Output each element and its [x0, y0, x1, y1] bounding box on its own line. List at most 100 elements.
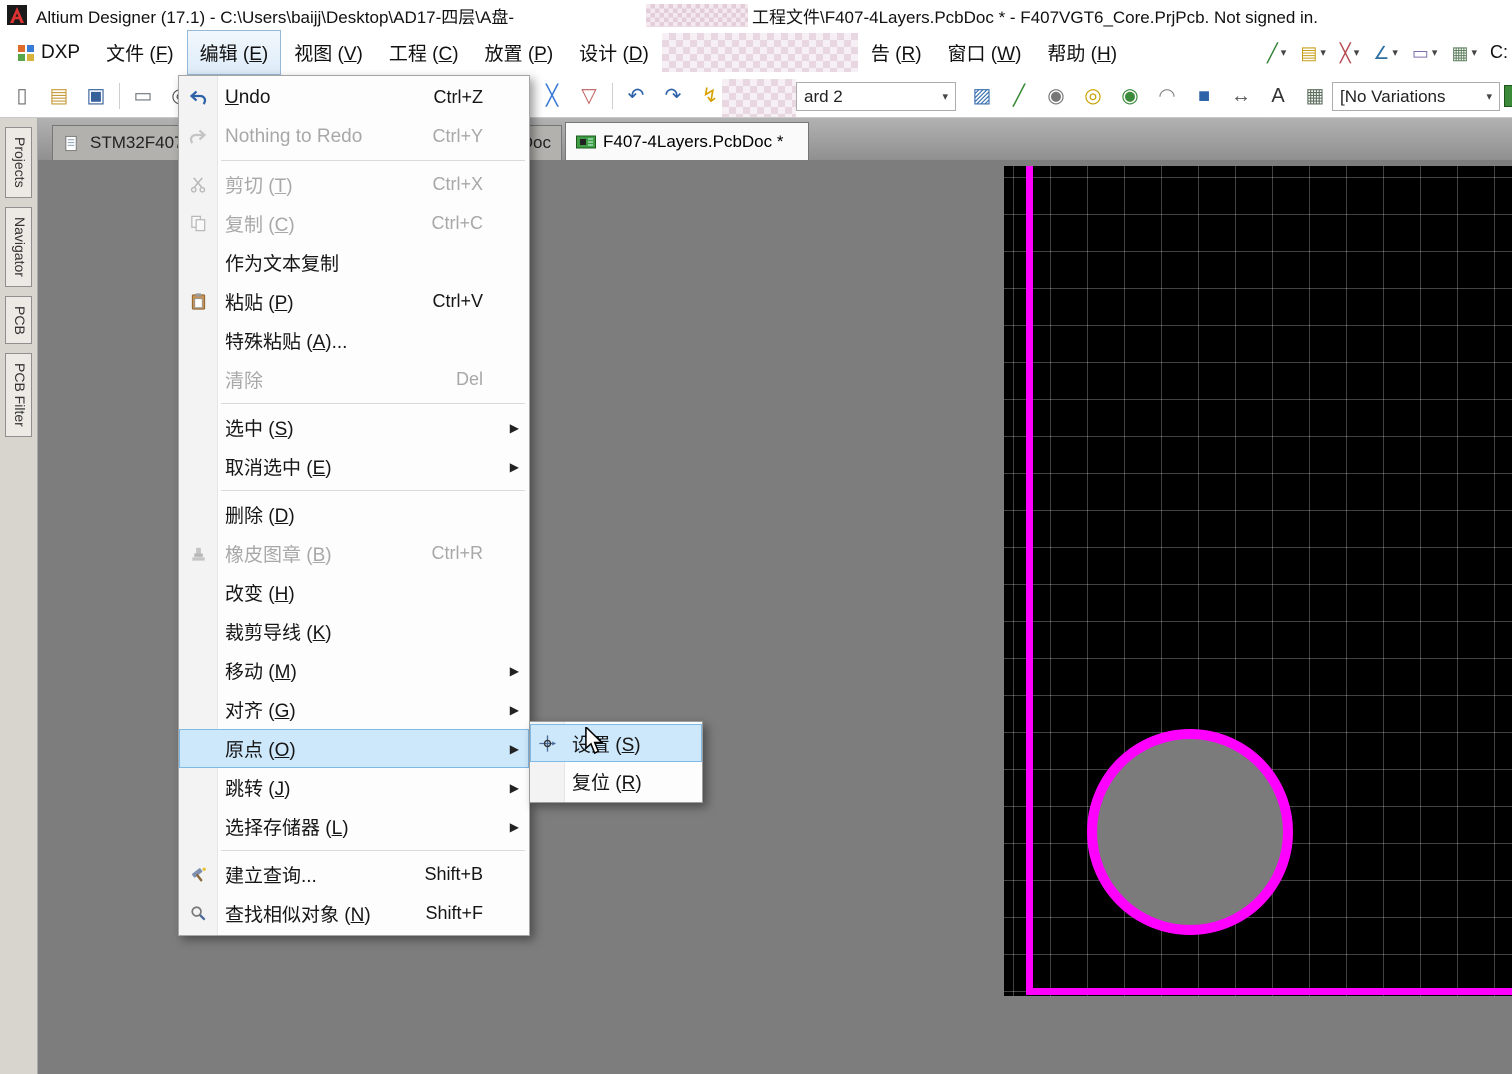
- edit-menu-item-origin[interactable]: 原点 (O) ▶: [179, 729, 529, 768]
- room-dropdown-button[interactable]: ▭ ▾: [1405, 36, 1445, 70]
- edit-menu-item-jump[interactable]: 跳转 (J) ▶: [179, 768, 529, 807]
- grid-button[interactable]: ▦: [1301, 82, 1329, 110]
- menubar-item-label: 工程 (C): [388, 44, 459, 65]
- edit-menu-item-change[interactable]: 改变 (H): [179, 573, 529, 612]
- via-button[interactable]: ◎: [1079, 82, 1107, 110]
- origin-submenu-item-origin-reset[interactable]: 复位 (R): [530, 762, 702, 800]
- board-outline-horizontal-line[interactable]: [1026, 988, 1512, 995]
- new-document-button[interactable]: ▯: [8, 82, 36, 110]
- panel-tab-projects[interactable]: Projects: [5, 127, 32, 198]
- cross-select-button[interactable]: ╳: [538, 82, 566, 110]
- measure-dropdown-button[interactable]: ∠ ▾: [1366, 36, 1405, 70]
- dropdown-caret-icon: ▾: [1431, 47, 1438, 59]
- panel-tab-pcb-filter[interactable]: PCB Filter: [5, 353, 32, 438]
- menu-item-shortcut: Ctrl+X: [432, 174, 483, 194]
- menu-item-shortcut: Ctrl+C: [431, 213, 483, 233]
- knife-dropdown-button[interactable]: ╳ ▾: [1333, 36, 1366, 70]
- filter-clear-button[interactable]: ▽: [575, 82, 603, 110]
- edit-menu-item-selection-memory[interactable]: 选择存储器 (L) ▶: [179, 807, 529, 846]
- string-button[interactable]: A: [1264, 82, 1292, 110]
- board-cutout-circle[interactable]: [1087, 729, 1293, 935]
- menu-item-label: 选择存储器 (L): [225, 818, 349, 839]
- menubar-item-project[interactable]: 工程 (C): [376, 30, 472, 75]
- submenu-arrow-icon: ▶: [509, 780, 519, 795]
- arc-button[interactable]: ◠: [1153, 82, 1181, 110]
- fiducial-icon: ◉: [1121, 85, 1139, 107]
- edit-menu-item-deselect[interactable]: 取消选中 (E) ▶: [179, 447, 529, 486]
- menu-item-label: 建立查询...: [225, 866, 317, 887]
- menubar-item-file[interactable]: 文件 (F): [93, 30, 187, 75]
- fill-button[interactable]: ■: [1190, 82, 1218, 110]
- menubar-item-design[interactable]: 设计 (D): [566, 30, 662, 75]
- arc-icon: ◠: [1158, 85, 1176, 107]
- menubar-item-view[interactable]: 视图 (V): [281, 30, 376, 75]
- submenu-arrow-icon: ▶: [509, 702, 519, 717]
- menu-item-label: 移动 (M): [225, 662, 297, 683]
- window-title-left: Altium Designer (17.1) - C:\Users\baijj\…: [36, 7, 515, 27]
- edit-menu-item-select[interactable]: 选中 (S) ▶: [179, 408, 529, 447]
- document-tab-f407-4layers-pcbdoc[interactable]: F407-4Layers.PcbDoc *: [565, 122, 809, 160]
- edit-menu-item-build-query[interactable]: 建立查询... Shift+B: [179, 855, 529, 894]
- dropdown-caret-icon: ▾: [1280, 47, 1287, 59]
- undo-button[interactable]: ↶: [622, 82, 650, 110]
- edit-menu-item-slice-tracks[interactable]: 裁剪导线 (K): [179, 612, 529, 651]
- dropdown-caret-icon: ▾: [942, 91, 948, 103]
- edit-menu-item-move[interactable]: 移动 (M) ▶: [179, 651, 529, 690]
- measure-icon: ∠: [1373, 42, 1390, 63]
- menubar-item-help[interactable]: 帮助 (H): [1034, 30, 1130, 75]
- menu-item-label: Nothing to Redo: [225, 125, 363, 147]
- submenu-arrow-icon: ▶: [509, 420, 519, 435]
- file-toolbar-group: ▯▤▣▭◎: [8, 75, 194, 117]
- menu-item-label: 选中 (S): [225, 419, 294, 440]
- save-button[interactable]: ▣: [82, 82, 110, 110]
- fiducial-button[interactable]: ◉: [1116, 82, 1144, 110]
- menu-bar-right-text: C:: [1490, 42, 1508, 62]
- pencil-icon: ╱: [1266, 42, 1278, 63]
- origin-submenu-item-origin-set[interactable]: 设置 (S): [530, 724, 702, 762]
- submenu-arrow-icon: ▶: [509, 819, 519, 834]
- panel-tab-pcb[interactable]: PCB: [5, 295, 32, 345]
- via-icon: ◎: [1084, 85, 1102, 107]
- board-outline-vertical-line[interactable]: [1026, 166, 1033, 995]
- snap-grid-combo[interactable]: ard 2 ▾: [796, 82, 956, 111]
- grid-settings-dropdown-button[interactable]: ▦ ▾: [1444, 36, 1484, 70]
- menubar-item-place[interactable]: 放置 (P): [472, 30, 567, 75]
- edit-menu-item-paste-special[interactable]: 特殊粘贴 (A)...: [179, 321, 529, 360]
- censored-region: [661, 33, 858, 72]
- edit-menu-item-undo[interactable]: Undo Ctrl+Z: [179, 78, 529, 117]
- variations-combo-text: [No Variations: [1340, 86, 1446, 106]
- print-button[interactable]: ▭: [129, 82, 157, 110]
- menu-bar: DXP 文件 (F) 编辑 (E) 视图 (V) 工程 (C) 放置 (P) 设计 (D) 告…: [0, 30, 1512, 75]
- menubar-item-reports[interactable]: 告 (R): [858, 30, 935, 75]
- pad-button[interactable]: ◉: [1042, 82, 1070, 110]
- menubar-item-edit[interactable]: 编辑 (E): [186, 30, 282, 75]
- string-icon: A: [1271, 85, 1285, 107]
- menu-item-shortcut: Shift+B: [424, 864, 483, 884]
- edit-menu-item-paste[interactable]: 粘贴 (P) Ctrl+V: [179, 282, 529, 321]
- dropdown-caret-icon: ▾: [1320, 47, 1326, 59]
- print-icon: ▭: [133, 85, 153, 107]
- edit-menu-item-copy-as-text[interactable]: 作为文本复制: [179, 243, 529, 282]
- menubar-item-window[interactable]: 窗口 (W): [935, 30, 1035, 75]
- menu-item-label: 原点 (O): [225, 740, 296, 761]
- edit-menu-item-align[interactable]: 对齐 (G) ▶: [179, 690, 529, 729]
- paste-icon: [187, 291, 209, 313]
- polygon-pour-button[interactable]: ▨: [968, 82, 996, 110]
- pencil-dropdown-button[interactable]: ╱ ▾: [1260, 36, 1293, 70]
- panel-tab-navigator[interactable]: Navigator: [5, 206, 32, 287]
- layer-stack-dropdown-button[interactable]: ▤ ▾: [1293, 36, 1333, 70]
- menu-item-shortcut: Del: [455, 369, 483, 389]
- edit-menu-item-delete[interactable]: 删除 (D): [179, 495, 529, 534]
- edit-menu-item-find-similar[interactable]: 查找相似对象 (N) Shift+F: [179, 894, 529, 933]
- menu-item-shortcut: Ctrl+V: [432, 291, 483, 311]
- redo-button[interactable]: ↷: [659, 82, 687, 110]
- variations-combo[interactable]: [No Variations ▾: [1332, 82, 1500, 111]
- dimension-button[interactable]: ↔: [1227, 82, 1255, 110]
- line-button[interactable]: ╱: [1005, 82, 1033, 110]
- board-icon[interactable]: [1504, 85, 1512, 107]
- open-button[interactable]: ▤: [45, 82, 73, 110]
- dxp-icon: [17, 44, 35, 62]
- menu-item-label: 取消选中 (E): [225, 458, 332, 479]
- interactive-routing-button[interactable]: ↯: [696, 82, 724, 110]
- menubar-item-dxp[interactable]: DXP: [4, 30, 93, 75]
